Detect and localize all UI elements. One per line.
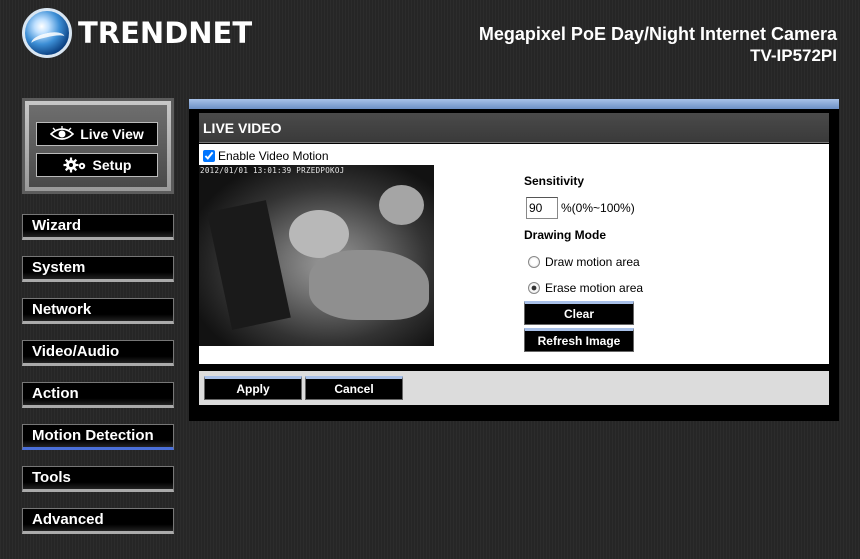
panel-body: Enable Video Motion 2012/01/01 13:01:39 … — [199, 144, 829, 364]
erase-radio[interactable] — [528, 282, 540, 294]
panel-title: LIVE VIDEO — [199, 113, 829, 143]
sensitivity-label: Sensitivity — [524, 174, 585, 188]
apply-button[interactable]: Apply — [204, 376, 302, 400]
video-timestamp-overlay: 2012/01/01 13:01:39 PRZEDPOKOJ — [200, 166, 345, 175]
cancel-button[interactable]: Cancel — [305, 376, 403, 400]
setup-label: Setup — [92, 157, 132, 173]
sensitivity-input[interactable] — [526, 197, 558, 219]
nav-video-audio[interactable]: Video/Audio — [22, 340, 174, 366]
eye-icon — [50, 126, 75, 140]
mode-switch-box: Live View Setup — [22, 98, 174, 194]
clear-button[interactable]: Clear — [524, 301, 634, 325]
enable-video-motion-label: Enable Video Motion — [218, 149, 329, 163]
live-video-feed[interactable]: 2012/01/01 13:01:39 PRZEDPOKOJ — [199, 165, 434, 346]
product-name: Megapixel PoE Day/Night Internet Camera — [478, 24, 837, 44]
refresh-image-button[interactable]: Refresh Image — [524, 328, 634, 352]
nav-action[interactable]: Action — [22, 382, 174, 408]
draw-motion-area-option[interactable]: Draw motion area — [528, 255, 640, 269]
erase-motion-area-label: Erase motion area — [545, 281, 644, 295]
motion-detection-panel: LIVE VIDEO Enable Video Motion 2012/01/0… — [189, 99, 839, 421]
brand-name: TRENDNET — [78, 16, 253, 50]
draw-radio[interactable] — [528, 256, 540, 268]
sensitivity-range-hint: %(0%~100%) — [561, 201, 635, 215]
live-view-button[interactable]: Live View — [36, 122, 158, 146]
nav-motion-detection[interactable]: Motion Detection — [22, 424, 174, 450]
live-view-label: Live View — [80, 126, 144, 142]
trendnet-logo: TRENDNET — [22, 8, 252, 58]
draw-motion-area-label: Draw motion area — [545, 255, 640, 269]
nav-advanced[interactable]: Advanced — [22, 508, 174, 534]
erase-motion-area-option[interactable]: Erase motion area — [528, 281, 643, 295]
enable-video-motion-row: Enable Video Motion — [203, 149, 329, 163]
gears-icon — [63, 157, 85, 173]
enable-video-motion-checkbox[interactable] — [203, 150, 215, 162]
panel-footer: Apply Cancel — [199, 371, 829, 405]
nav-network[interactable]: Network — [22, 298, 174, 324]
product-model: TV-IP572PI — [750, 46, 837, 65]
nav-wizard[interactable]: Wizard — [22, 214, 174, 240]
video-subject-body — [309, 250, 429, 320]
video-shadow — [207, 200, 291, 330]
setup-button[interactable]: Setup — [36, 153, 158, 177]
video-subject-toy — [379, 185, 424, 225]
drawing-mode-label: Drawing Mode — [524, 228, 607, 242]
globe-logo-icon — [22, 8, 72, 58]
nav-system[interactable]: System — [22, 256, 174, 282]
panel-top-bar — [189, 99, 839, 109]
nav-tools[interactable]: Tools — [22, 466, 174, 492]
